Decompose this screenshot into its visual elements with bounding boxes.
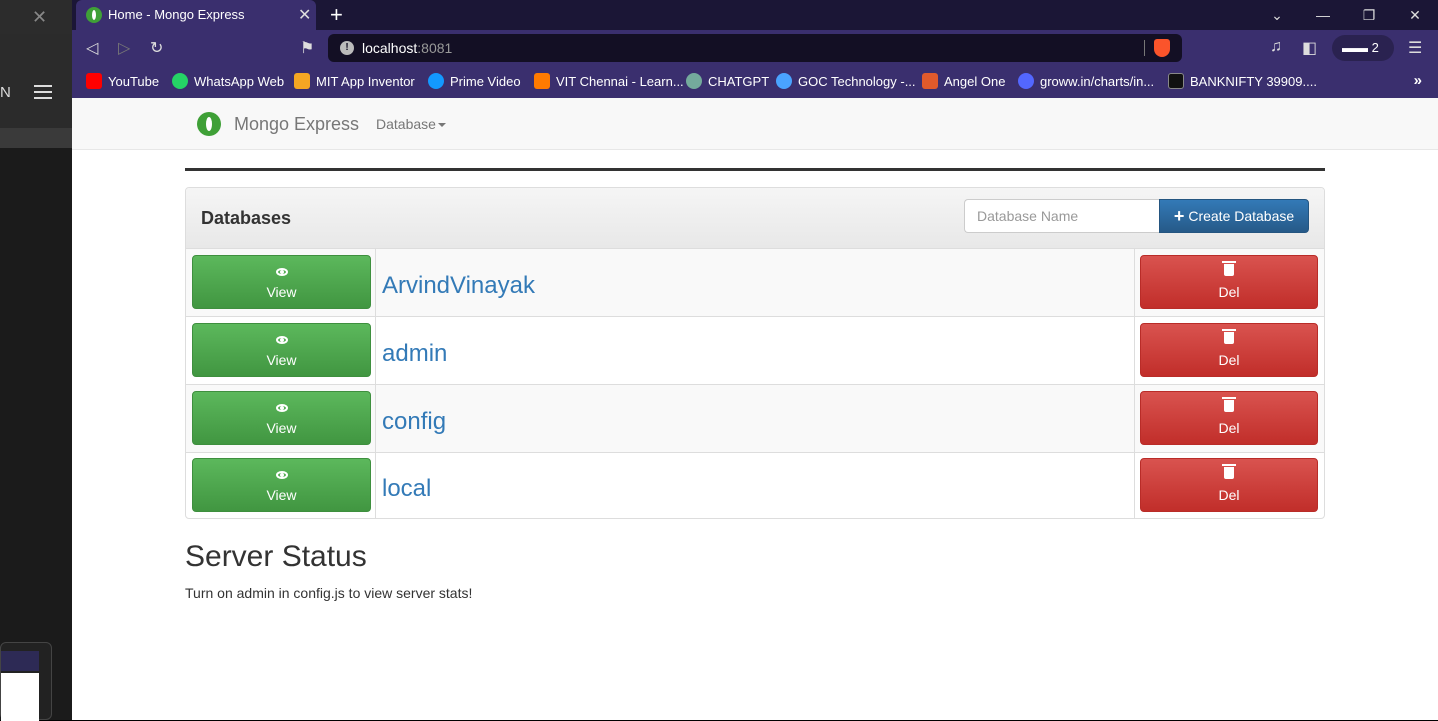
background-window-strip (0, 128, 72, 148)
goc-icon (776, 73, 792, 89)
vit-icon (534, 73, 550, 89)
private-window-count: 2 (1371, 40, 1379, 55)
eye-icon (275, 336, 288, 344)
database-link[interactable]: local (382, 475, 431, 503)
bookmark-item[interactable]: MIT App Inventor (294, 73, 415, 89)
window-controls: ⌄ — ❐ ✕ (1254, 0, 1438, 30)
site-info-icon[interactable]: ! (340, 41, 354, 55)
bookmark-item[interactable]: groww.in/charts/in... (1018, 73, 1154, 89)
address-bar[interactable]: ! localhost:8081 (328, 34, 1182, 62)
mongo-leaf-icon[interactable] (197, 112, 221, 136)
tab-search-chevron-icon[interactable]: ⌄ (1254, 0, 1300, 30)
restore-icon[interactable]: ❐ (1346, 0, 1392, 30)
view-button[interactable]: View (192, 391, 371, 445)
table-row: View config Del (186, 385, 1324, 453)
create-database-button[interactable]: + Create Database (1159, 199, 1309, 233)
web-page: Mongo Express Database Databases +Create… (72, 98, 1438, 720)
view-button[interactable]: View (192, 323, 371, 377)
reload-icon[interactable]: ↻ (150, 38, 163, 58)
divider (185, 168, 1325, 171)
background-window: ✕ N » (0, 0, 72, 721)
bookmarks-overflow-icon[interactable]: » (1414, 72, 1422, 89)
table-row: View admin Del (186, 317, 1324, 385)
eye-icon (275, 471, 288, 479)
bookmark-item[interactable]: WhatsApp Web (172, 73, 284, 89)
whatsapp-icon (172, 73, 188, 89)
tab-home-mongo-express[interactable]: Home - Mongo Express ✕ (76, 0, 316, 30)
trash-icon (1222, 464, 1236, 479)
databases-panel: Databases +Create Database View ArvindVi… (185, 187, 1325, 519)
trash-icon (1222, 261, 1236, 276)
delete-button[interactable]: Del (1140, 323, 1318, 377)
close-icon[interactable]: ✕ (32, 8, 47, 26)
server-status-message: Turn on admin in config.js to view serve… (185, 585, 473, 601)
bookmark-item[interactable]: VIT Chennai - Learn... (534, 73, 684, 89)
bookmark-item[interactable]: Prime Video (428, 73, 521, 89)
angel-one-icon (922, 73, 938, 89)
database-dropdown[interactable]: Database (376, 116, 446, 132)
delete-button[interactable]: Del (1140, 255, 1318, 309)
panel-title: Databases (201, 208, 292, 228)
app-inventor-icon (294, 73, 310, 89)
plus-icon: + (1173, 206, 1185, 226)
url-separator (1144, 40, 1145, 56)
background-window-titlebar: ✕ (0, 0, 72, 34)
bookmarks-bar: YouTube WhatsApp Web MIT App Inventor Pr… (72, 66, 1438, 98)
window-thumbnail[interactable] (0, 642, 52, 721)
database-link[interactable]: admin (382, 340, 447, 368)
chatgpt-icon (686, 73, 702, 89)
app-brand[interactable]: Mongo Express (234, 114, 359, 135)
groww-icon (1018, 73, 1034, 89)
hamburger-menu-icon[interactable] (34, 85, 52, 99)
media-icon[interactable]: ♫ (1270, 38, 1282, 56)
new-tab-icon[interactable]: + (330, 2, 343, 28)
bookmark-item[interactable]: CHATGPT (686, 73, 769, 89)
panel-heading: Databases +Create Database (186, 188, 1324, 249)
trash-icon (1222, 329, 1236, 344)
youtube-icon (86, 73, 102, 89)
url-text: localhost:8081 (362, 40, 453, 56)
brave-shields-icon[interactable] (1154, 39, 1170, 57)
eye-icon (275, 404, 288, 412)
sunglasses-icon: ▬▬ (1342, 40, 1368, 55)
navigation-bar: ◁ ▷ ↻ ⚑ ! localhost:8081 ♫ ◧ ▬▬ 2 ☰ (72, 30, 1438, 66)
back-icon[interactable]: ◁ (86, 38, 98, 58)
bookmark-item[interactable]: BANKNIFTY 39909.... (1168, 73, 1317, 89)
app-navbar: Mongo Express Database (72, 98, 1438, 150)
forward-icon[interactable]: ▷ (118, 38, 130, 58)
minimize-icon[interactable]: — (1300, 0, 1346, 30)
delete-button[interactable]: Del (1140, 458, 1318, 512)
tab-title: Home - Mongo Express (108, 7, 245, 22)
mongo-leaf-icon (86, 7, 102, 23)
tab-close-icon[interactable]: ✕ (298, 5, 311, 25)
database-link[interactable]: config (382, 408, 446, 436)
caret-down-icon (437, 123, 446, 127)
trash-icon (1222, 397, 1236, 412)
background-window-letter: N (0, 84, 11, 101)
eye-icon (275, 268, 288, 276)
tradingview-icon (1168, 73, 1184, 89)
table-row: View local Del (186, 452, 1324, 518)
database-name-input[interactable] (964, 199, 1160, 233)
view-button[interactable]: View (192, 255, 371, 309)
close-window-icon[interactable]: ✕ (1392, 0, 1438, 30)
private-windows-badge[interactable]: ▬▬ 2 (1332, 35, 1394, 61)
sidebar-toggle-icon[interactable]: ◧ (1302, 38, 1317, 58)
delete-button[interactable]: Del (1140, 391, 1318, 445)
main-menu-icon[interactable]: ☰ (1408, 38, 1422, 58)
view-button[interactable]: View (192, 458, 371, 512)
bookmark-item[interactable]: Angel One (922, 73, 1005, 89)
bookmark-item[interactable]: YouTube (86, 73, 159, 89)
browser-window: Home - Mongo Express ✕ + ⌄ — ❐ ✕ ◁ ▷ ↻ ⚑… (72, 0, 1438, 720)
database-link[interactable]: ArvindVinayak (382, 272, 535, 300)
table-row: View ArvindVinayak Del (186, 249, 1324, 317)
tab-bar: Home - Mongo Express ✕ + ⌄ — ❐ ✕ (72, 0, 1438, 30)
server-status-heading: Server Status (185, 540, 367, 573)
bookmark-icon[interactable]: ⚑ (300, 38, 314, 58)
prime-video-icon (428, 73, 444, 89)
background-window-toolbar: N » (0, 34, 72, 141)
bookmark-item[interactable]: GOC Technology -... (776, 73, 916, 89)
